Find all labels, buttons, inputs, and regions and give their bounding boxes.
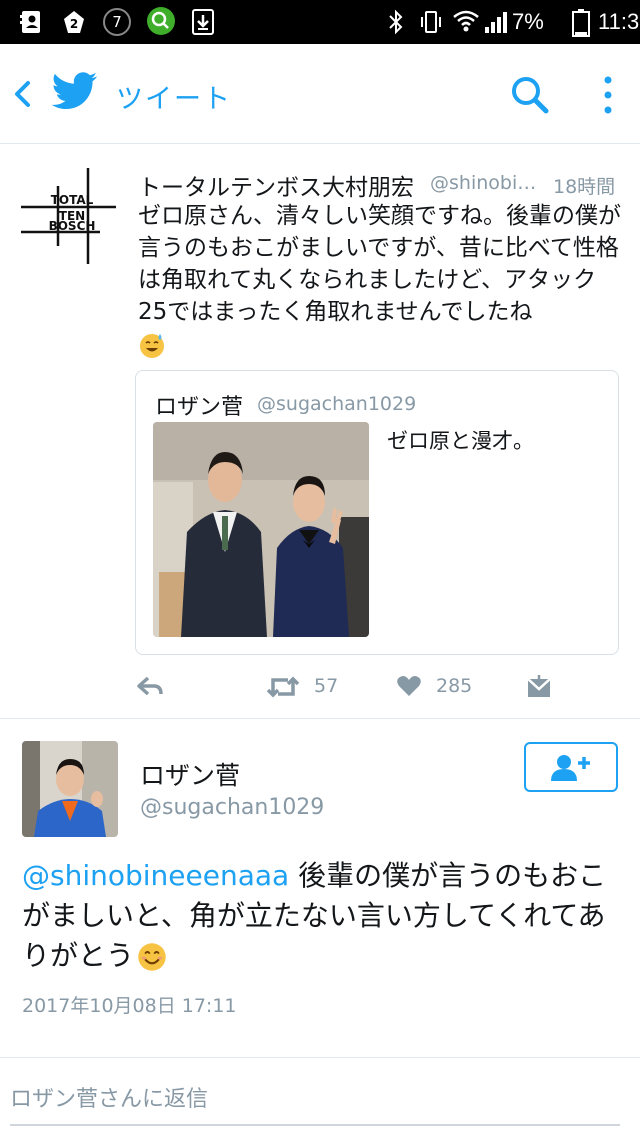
page-title: ツイート — [116, 84, 232, 115]
like-icon[interactable] — [396, 674, 422, 698]
search-app-icon — [147, 7, 175, 35]
tweet-text: ゼロ原さん、清々しい笑顔ですね。後輩の僕が言うのもおこがましいですが、昔に比べて… — [138, 200, 624, 360]
quoted-author-handle: @sugachan1029 — [257, 393, 417, 415]
wifi-icon — [453, 10, 479, 32]
mention-link[interactable]: @shinobineeenaaa — [22, 859, 289, 892]
sweat-smile-emoji-icon — [140, 333, 164, 358]
tweet-actions: 57 285 — [0, 668, 640, 708]
divider — [0, 1057, 640, 1058]
divider — [0, 718, 640, 719]
app-bar: ツイート — [0, 44, 640, 144]
author-name[interactable]: トータルテンボス大村朋宏 — [138, 168, 414, 202]
svg-text:2: 2 — [70, 17, 78, 31]
author-handle[interactable]: @shinobin... — [430, 172, 542, 194]
download-icon — [192, 9, 214, 35]
avatar[interactable] — [22, 741, 118, 837]
game-app-icon: 2 — [64, 11, 84, 33]
clock-time: 11:32 — [598, 9, 640, 34]
reply-input[interactable] — [10, 1082, 620, 1116]
battery-icon — [572, 9, 590, 37]
tweet-text: @shinobineeenaaa 後輩の僕が言うのもおこがましいと、角が立たない… — [22, 856, 622, 976]
overflow-menu-icon[interactable] — [600, 74, 616, 116]
signal-icon — [485, 12, 507, 33]
reply-icon[interactable] — [136, 674, 164, 700]
quoted-photo[interactable] — [153, 422, 369, 637]
tweet-body: ゼロ原さん、清々しい笑顔ですね。後輩の僕が言うのもおこがましいですが、昔に比べて… — [138, 203, 621, 325]
search-icon[interactable] — [510, 75, 550, 115]
vibrate-icon — [421, 11, 441, 33]
add-user-icon — [551, 755, 590, 781]
tweet-date: 2017年10月08日 17:11 — [22, 995, 237, 1017]
smile-emoji-icon — [138, 943, 166, 971]
bluetooth-icon — [389, 9, 403, 35]
retweet-icon[interactable] — [266, 674, 300, 700]
retweet-count: 57 — [314, 675, 339, 697]
status-bar: 2 7 7% 11:32 — [0, 0, 640, 44]
battery-percent: 7% — [512, 9, 544, 34]
twitter-bird-icon — [52, 72, 98, 109]
follow-button[interactable] — [524, 742, 618, 792]
notification-count-badge: 7 — [103, 8, 131, 36]
author-handle[interactable]: @sugachan1029 — [140, 795, 324, 820]
back-arrow-icon[interactable] — [10, 79, 34, 109]
avatar[interactable]: TOTAL TEN BOSCH — [18, 166, 118, 266]
timestamp: 18時間 — [553, 176, 616, 198]
reply-input-underline — [10, 1124, 620, 1126]
svg-text:BOSCH: BOSCH — [49, 219, 96, 233]
author-name[interactable]: ロザン菅 — [140, 756, 240, 792]
direct-message-icon[interactable] — [526, 674, 552, 700]
svg-text:TOTAL: TOTAL — [51, 193, 94, 207]
quoted-text: ゼロ原と漫才。 — [387, 429, 534, 453]
quoted-tweet-card[interactable]: ロザン菅 @sugachan1029 ゼロ原と漫才。 — [135, 370, 619, 655]
contacts-icon — [20, 11, 40, 33]
quoted-author-name: ロザン菅 — [155, 395, 244, 420]
like-count: 285 — [436, 675, 473, 697]
